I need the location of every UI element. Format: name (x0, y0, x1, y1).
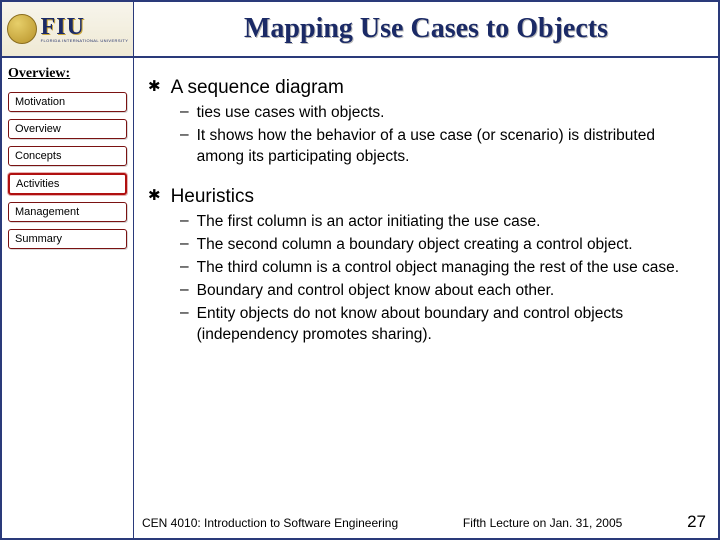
logo-text: FIU FLORIDA INTERNATIONAL UNIVERSITY (41, 15, 129, 43)
star-icon: ✱ (148, 185, 161, 206)
dash-icon: – (180, 281, 189, 299)
logo-abbr: FIU (41, 15, 129, 39)
sidebar: Overview: Motivation Overview Concepts Acti… (2, 58, 134, 538)
sub-bullet: –The first column is an actor initiating… (180, 212, 700, 233)
sidebar-item-overview[interactable]: Overview (8, 119, 127, 139)
dash-icon: – (180, 258, 189, 276)
star-icon: ✱ (148, 76, 161, 97)
slide: FIU FLORIDA INTERNATIONAL UNIVERSITY Map… (0, 0, 720, 540)
bullet-text: A sequence diagram (171, 76, 344, 101)
sub-bullet-text: The first column is an actor initiating … (197, 212, 541, 233)
university-seal-icon (7, 14, 37, 44)
sidebar-nav: Motivation Overview Concepts Activities Mana… (8, 92, 127, 249)
sub-bullet-text: The third column is a control object man… (197, 258, 679, 279)
sub-bullet: –The third column is a control object ma… (180, 258, 700, 279)
sub-bullet: –Entity objects do not know about bounda… (180, 304, 700, 346)
sub-bullet: –ties use cases with objects. (180, 103, 700, 124)
footer-course: CEN 4010: Introduction to Software Engin… (142, 516, 398, 530)
dash-icon: – (180, 304, 189, 322)
sub-bullet-text: The second column a boundary object crea… (197, 235, 633, 256)
content: ✱A sequence diagram–ties use cases with … (134, 58, 718, 538)
sidebar-heading: Overview: (8, 66, 127, 82)
bullet: ✱ Heuristics (148, 185, 700, 210)
sidebar-item-summary[interactable]: Summary (8, 229, 127, 249)
bullet-text: Heuristics (171, 185, 254, 210)
dash-icon: – (180, 235, 189, 253)
logo: FIU FLORIDA INTERNATIONAL UNIVERSITY (2, 2, 134, 56)
sub-bullet-text: It shows how the behavior of a use case … (197, 126, 700, 168)
header: FIU FLORIDA INTERNATIONAL UNIVERSITY Map… (2, 2, 718, 58)
dash-icon: – (180, 103, 189, 121)
sub-bullet: –The second column a boundary object cre… (180, 235, 700, 256)
sidebar-item-activities[interactable]: Activities (8, 173, 127, 195)
logo-subtitle: FLORIDA INTERNATIONAL UNIVERSITY (41, 39, 129, 43)
sidebar-item-management[interactable]: Management (8, 202, 127, 222)
body: Overview: Motivation Overview Concepts Acti… (2, 58, 718, 538)
sub-bullet-text: Boundary and control object know about e… (197, 281, 555, 302)
sidebar-item-concepts[interactable]: Concepts (8, 146, 127, 166)
footer-lecture: Fifth Lecture on Jan. 31, 2005 (463, 516, 622, 530)
dash-icon: – (180, 126, 189, 144)
footer: CEN 4010: Introduction to Software Engin… (2, 512, 718, 532)
dash-icon: – (180, 212, 189, 230)
sub-bullet-text: ties use cases with objects. (197, 103, 385, 124)
sidebar-item-motivation[interactable]: Motivation (8, 92, 127, 112)
page-number: 27 (687, 512, 706, 532)
sub-bullet: –Boundary and control object know about … (180, 281, 700, 302)
sub-bullet-text: Entity objects do not know about boundar… (197, 304, 700, 346)
sub-bullet: –It shows how the behavior of a use case… (180, 126, 700, 168)
bullet: ✱ A sequence diagram (148, 76, 700, 101)
page-title: Mapping Use Cases to Objects (134, 13, 718, 45)
